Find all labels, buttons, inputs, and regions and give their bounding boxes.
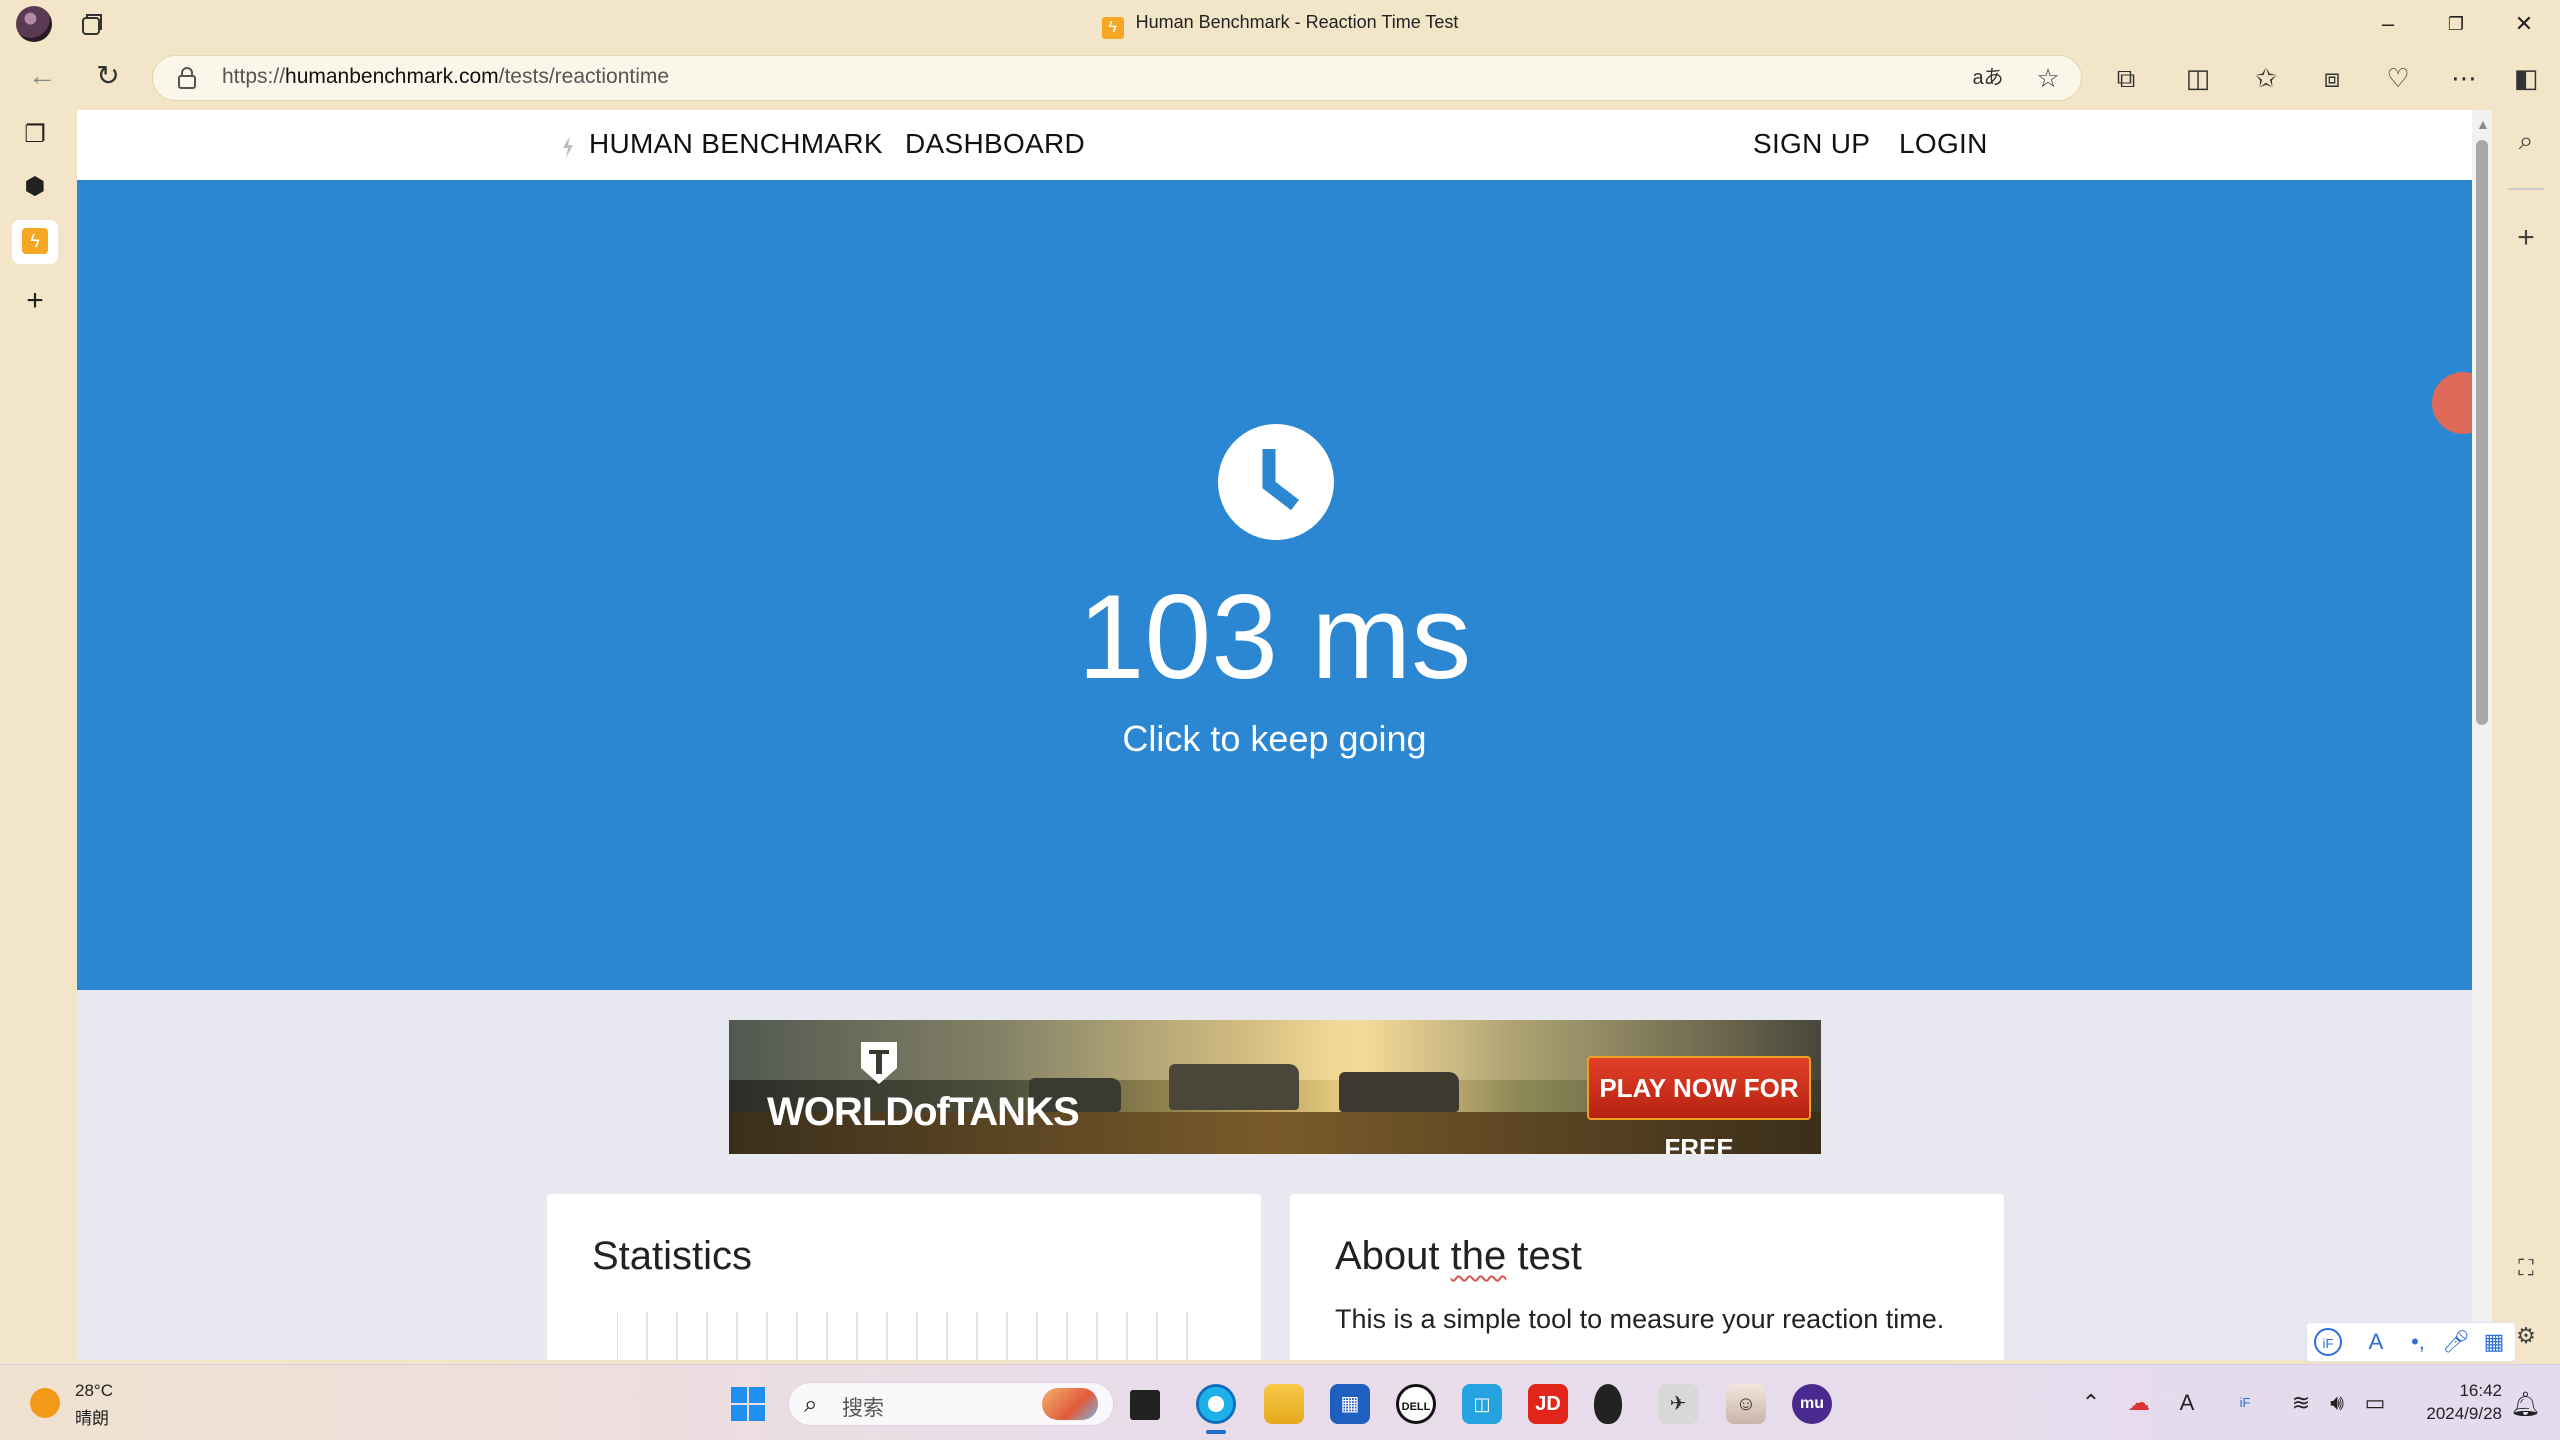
jd-icon[interactable]: JD: [1528, 1384, 1568, 1424]
sidebar-search-icon[interactable]: ⌕: [2508, 122, 2544, 158]
collections-icon[interactable]: ⧈: [2314, 60, 2350, 96]
browser-essentials-icon[interactable]: ♡: [2380, 60, 2416, 96]
url-text[interactable]: https://humanbenchmark.com/tests/reactio…: [222, 65, 669, 89]
ad-logo-text: WORLDofTANKS: [767, 1090, 1080, 1134]
close-button[interactable]: ✕: [2508, 8, 2540, 40]
about-title: About the test: [1335, 1234, 1582, 1278]
scroll-up-arrow-icon[interactable]: ▲: [2476, 116, 2490, 132]
dashboard-link[interactable]: DASHBOARD: [905, 128, 1085, 160]
ime-menu-grid-icon[interactable]: ▦: [2480, 1328, 2508, 1356]
extensions-icon[interactable]: ⧉: [2108, 60, 2144, 96]
ad-logo-badge-icon: [861, 1042, 897, 1084]
windows-start-icon[interactable]: [730, 1386, 766, 1422]
ad-play-now-button[interactable]: PLAY NOW FOR FREE: [1587, 1056, 1811, 1154]
edge-browser-icon[interactable]: [1196, 1384, 1236, 1424]
new-tab-icon[interactable]: +: [18, 284, 52, 318]
weather-description[interactable]: 晴朗: [75, 1404, 109, 1429]
web-page-viewport: HUMAN BENCHMARK DASHBOARD SIGN UP LOGIN …: [77, 110, 2472, 1360]
search-icon: ⌕: [804, 1391, 818, 1418]
sign-up-link[interactable]: SIGN UP: [1753, 128, 1870, 160]
tab-site-icon[interactable]: ⬢: [18, 170, 52, 204]
ime-logo-icon[interactable]: iF: [2314, 1328, 2342, 1356]
favorites-icon[interactable]: ✩: [2248, 60, 2284, 96]
split-screen-icon[interactable]: ◫: [2180, 60, 2216, 96]
settings-more-icon[interactable]: ⋯: [2446, 60, 2482, 96]
ime-font-icon[interactable]: A: [2362, 1328, 2390, 1356]
about-description: This is a simple tool to measure your re…: [1335, 1304, 1945, 1334]
active-app-indicator: [1206, 1430, 1226, 1434]
file-explorer-icon[interactable]: [1264, 1384, 1304, 1424]
restore-button[interactable]: ❐: [2440, 8, 2472, 40]
dell-app-icon[interactable]: DELL: [1396, 1384, 1436, 1424]
sidebar-add-icon[interactable]: +: [2508, 220, 2544, 256]
screenshot-icon[interactable]: ⛶: [2508, 1250, 2544, 1286]
sidebar-divider: [2508, 188, 2544, 190]
lock-icon[interactable]: [176, 66, 198, 90]
sidebar-toggle-icon[interactable]: ◧: [2508, 60, 2544, 96]
notification-bell-icon[interactable]: 🔔︎: [2510, 1390, 2540, 1419]
battery-icon[interactable]: ▭: [2360, 1388, 2390, 1418]
reaction-time-result: 103 ms: [1077, 570, 1472, 704]
minimize-button[interactable]: –: [2372, 8, 2404, 40]
statistics-chart: [617, 1312, 1188, 1360]
weather-temperature[interactable]: 28°C: [75, 1381, 113, 1401]
translate-icon[interactable]: aあ: [1970, 60, 2006, 96]
reaction-test-area[interactable]: 103 ms Click to keep going: [77, 180, 2472, 990]
click-to-continue-hint: Click to keep going: [1122, 718, 1427, 759]
game-app-icon[interactable]: ☺: [1726, 1384, 1766, 1424]
cloud-sync-icon[interactable]: ☁: [2124, 1388, 2154, 1418]
volume-icon[interactable]: 🔊︎: [2322, 1388, 2352, 1418]
clock-icon: [1218, 424, 1334, 540]
task-view-icon[interactable]: [1130, 1390, 1160, 1420]
microsoft-store-icon[interactable]: ▦: [1330, 1384, 1370, 1424]
bilibili-icon[interactable]: ◫: [1462, 1384, 1502, 1424]
page-scroll-thumb[interactable]: [2476, 140, 2488, 725]
favorite-star-icon[interactable]: ☆: [2030, 60, 2066, 96]
ad-banner[interactable]: WORLDofTANKS PLAY NOW FOR FREE: [729, 1020, 1821, 1154]
site-nav-bar: HUMAN BENCHMARK DASHBOARD SIGN UP LOGIN: [77, 110, 2472, 180]
weather-sun-icon[interactable]: [30, 1388, 60, 1418]
music-app-icon[interactable]: mu: [1792, 1384, 1832, 1424]
login-link[interactable]: LOGIN: [1899, 128, 1988, 160]
statistics-card: Statistics: [547, 1194, 1261, 1360]
ad-tank-image: [1339, 1072, 1459, 1112]
statistics-title: Statistics: [592, 1234, 753, 1278]
input-method-icon[interactable]: A: [2172, 1388, 2202, 1418]
taskbar-time[interactable]: 16:42: [2410, 1381, 2502, 1401]
taskbar-date[interactable]: 2024/9/28: [2390, 1404, 2502, 1424]
ifly-tray-icon[interactable]: iF: [2230, 1388, 2260, 1418]
brand-link[interactable]: HUMAN BENCHMARK: [589, 128, 883, 160]
show-hidden-icons-icon[interactable]: ⌃: [2076, 1388, 2106, 1418]
active-tab-favicon-icon: ϟ: [22, 228, 48, 254]
ime-punctuation-icon[interactable]: •,: [2404, 1328, 2432, 1356]
drone-app-icon[interactable]: ✈: [1658, 1384, 1698, 1424]
site-favicon-icon: ϟ: [1101, 17, 1124, 39]
alienware-icon[interactable]: [1594, 1384, 1622, 1424]
taskbar-search-placeholder: 搜索: [842, 1397, 884, 1420]
window-title: ϟ Human Benchmark - Reaction Time Test: [0, 12, 2560, 39]
ad-tank-image: [1169, 1064, 1299, 1110]
back-button[interactable]: ←: [22, 56, 62, 96]
about-card: About the test This is a simple tool to …: [1290, 1194, 2004, 1360]
search-highlight-image: [1042, 1388, 1098, 1420]
refresh-button[interactable]: ↻: [88, 56, 128, 96]
ime-microphone-icon[interactable]: 🎤︎: [2442, 1328, 2470, 1356]
lightning-logo-icon[interactable]: [561, 136, 575, 158]
tab-actions-icon[interactable]: ❐: [18, 118, 52, 152]
wifi-icon[interactable]: ≋: [2286, 1388, 2316, 1418]
